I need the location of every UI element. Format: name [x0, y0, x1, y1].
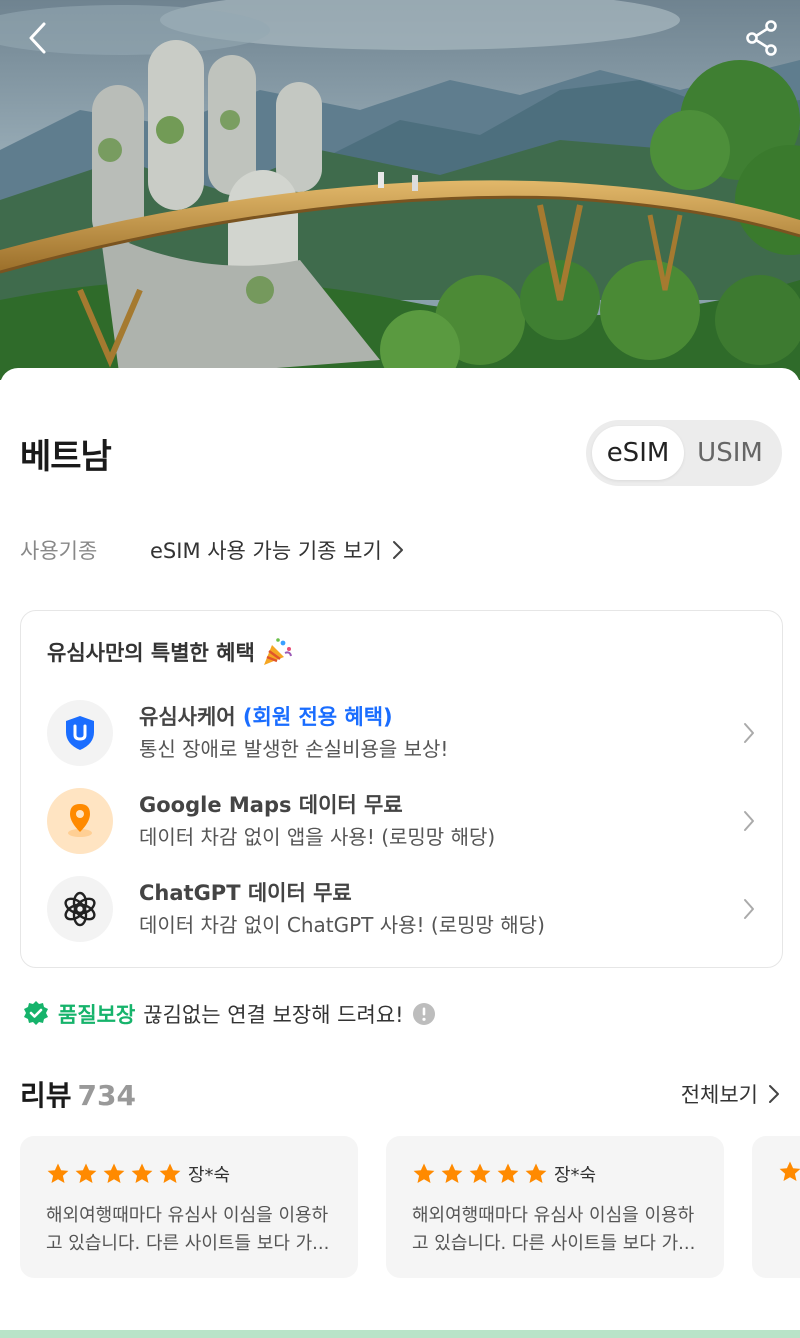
chevron-right-icon [744, 899, 754, 919]
view-all-reviews-link[interactable]: 전체보기 [681, 1079, 780, 1109]
chevron-right-icon [744, 811, 754, 831]
benefit-icon-wrap [47, 700, 113, 766]
review-card[interactable]: 장*숙 해외여행때마다 유심사 이심을 이용하 고 있습니다. 다른 사이트들 … [386, 1136, 724, 1278]
chevron-right-icon [744, 723, 754, 743]
back-button[interactable] [14, 14, 62, 62]
chevron-left-icon [29, 22, 46, 54]
bottom-bar [0, 1330, 800, 1338]
chevron-right-icon [392, 541, 403, 559]
verified-badge-icon [24, 1001, 48, 1025]
shield-u-icon [66, 716, 94, 750]
chatgpt-icon [64, 891, 96, 927]
star-icon [413, 1163, 435, 1183]
star-icon [441, 1163, 463, 1183]
quality-badge-text: 품질보장 [58, 1003, 136, 1027]
review-text: 해외여행때마다 유심사 이심을 이용하 고 있습니다. 다른 사이트들 보다 가… [46, 1202, 332, 1258]
view-all-text: 전체보기 [680, 1083, 758, 1107]
review-line: 해외여행때마다 유심사 이심을 이용하 [46, 1205, 329, 1226]
review-card-peek[interactable] [752, 1136, 800, 1278]
star-icon [497, 1163, 519, 1183]
map-pin-icon [68, 804, 92, 837]
page-title: 베트남 [20, 436, 112, 477]
review-card[interactable]: 장*숙 해외여행때마다 유심사 이심을 이용하 고 있습니다. 다른 사이트들 … [20, 1136, 358, 1278]
benefit-chevron [736, 810, 762, 832]
star-icon [779, 1161, 800, 1181]
review-stars: 장*숙 [412, 1160, 698, 1188]
benefit-title: 유심사케어 (회원 전용 혜택) [139, 701, 736, 733]
benefits-heading: 유심사만의 특별한 혜택 [47, 637, 293, 667]
hero-image [0, 0, 800, 380]
party-popper-icon [263, 638, 292, 665]
quality-guarantee-row: 품질보장 끊김없는 연결 보장해 드려요! [22, 996, 436, 1032]
reviewer-name: 장*숙 [188, 1165, 231, 1186]
benefit-icon-wrap [47, 876, 113, 942]
benefit-item-usimsa-care[interactable]: 유심사케어 (회원 전용 혜택) 통신 장애로 발생한 손실비용을 보상! [47, 695, 762, 771]
benefit-title: ChatGPT 데이터 무료 [139, 881, 352, 905]
star-icon [469, 1163, 491, 1183]
star-icon [159, 1163, 181, 1183]
usim-option[interactable]: USIM [684, 426, 776, 480]
chevron-right-icon [769, 1085, 779, 1103]
benefit-title: Google Maps 데이터 무료 [139, 793, 403, 817]
star-icon [525, 1163, 547, 1183]
golden-bridge-photo [0, 0, 800, 380]
reviews-title: 리뷰 734 [20, 1074, 136, 1114]
benefit-item-google-maps[interactable]: Google Maps 데이터 무료 데이터 차감 없이 앱을 사용! (로밍망… [47, 783, 762, 859]
review-line: 고 있습니다. 다른 사이트들 보다 가... [46, 1233, 330, 1254]
device-link-text: eSIM 사용 가능 기종 보기 [150, 539, 382, 563]
star-icon [47, 1163, 69, 1183]
device-compat-row: 사용기종 eSIM 사용 가능 기종 보기 [20, 532, 404, 568]
info-icon[interactable] [412, 1002, 436, 1026]
reviews-header: 리뷰 734 전체보기 [20, 1074, 780, 1114]
title-row: 베트남 eSIM USIM [20, 420, 782, 486]
review-line: 해외여행때마다 유심사 이심을 이용하 [412, 1205, 695, 1226]
quality-text: 끊김없는 연결 보장해 드려요! [143, 1003, 404, 1027]
content-sheet: 베트남 eSIM USIM 사용기종 eSIM 사용 가능 기종 보기 유심사만… [0, 368, 800, 1338]
benefit-subtitle: 데이터 차감 없이 ChatGPT 사용! (로밍망 해당) [139, 913, 545, 937]
review-stars: 장*숙 [46, 1160, 332, 1188]
sim-type-toggle: eSIM USIM [586, 420, 782, 486]
reviewer-name: 장*숙 [554, 1165, 597, 1186]
esim-option[interactable]: eSIM [592, 426, 684, 480]
share-button[interactable] [738, 14, 786, 62]
benefit-chevron [736, 898, 762, 920]
device-label: 사용기종 [20, 539, 98, 563]
star-icon [103, 1163, 125, 1183]
benefit-subtitle: 데이터 차감 없이 앱을 사용! (로밍망 해당) [139, 825, 496, 849]
reviews-count: 734 [77, 1079, 136, 1112]
star-icon [131, 1163, 153, 1183]
star-icon [75, 1163, 97, 1183]
benefit-subtitle: 통신 장애로 발생한 손실비용을 보상! [139, 737, 449, 761]
benefit-icon-wrap [47, 788, 113, 854]
device-compat-link[interactable]: eSIM 사용 가능 기종 보기 [150, 535, 404, 565]
benefits-heading-text: 유심사만의 특별한 혜택 [47, 641, 255, 665]
reviews-title-text: 리뷰 [20, 1079, 72, 1112]
benefit-chevron [736, 722, 762, 744]
benefits-card: 유심사만의 특별한 혜택 유심사케어 (회원 전용 혜택) 통신 장애로 발생한… [20, 610, 783, 968]
benefit-title-accent: (회원 전용 혜택) [242, 705, 393, 729]
benefit-title-main: 유심사케어 [139, 705, 236, 729]
benefit-text: ChatGPT 데이터 무료 데이터 차감 없이 ChatGPT 사용! (로밍… [139, 877, 736, 941]
review-line: 고 있습니다. 다른 사이트들 보다 가... [412, 1233, 696, 1254]
review-text: 해외여행때마다 유심사 이심을 이용하 고 있습니다. 다른 사이트들 보다 가… [412, 1202, 698, 1258]
benefit-text: 유심사케어 (회원 전용 혜택) 통신 장애로 발생한 손실비용을 보상! [139, 701, 736, 765]
share-icon [746, 20, 777, 56]
benefit-item-chatgpt[interactable]: ChatGPT 데이터 무료 데이터 차감 없이 ChatGPT 사용! (로밍… [47, 871, 762, 947]
benefit-text: Google Maps 데이터 무료 데이터 차감 없이 앱을 사용! (로밍망… [139, 789, 736, 853]
